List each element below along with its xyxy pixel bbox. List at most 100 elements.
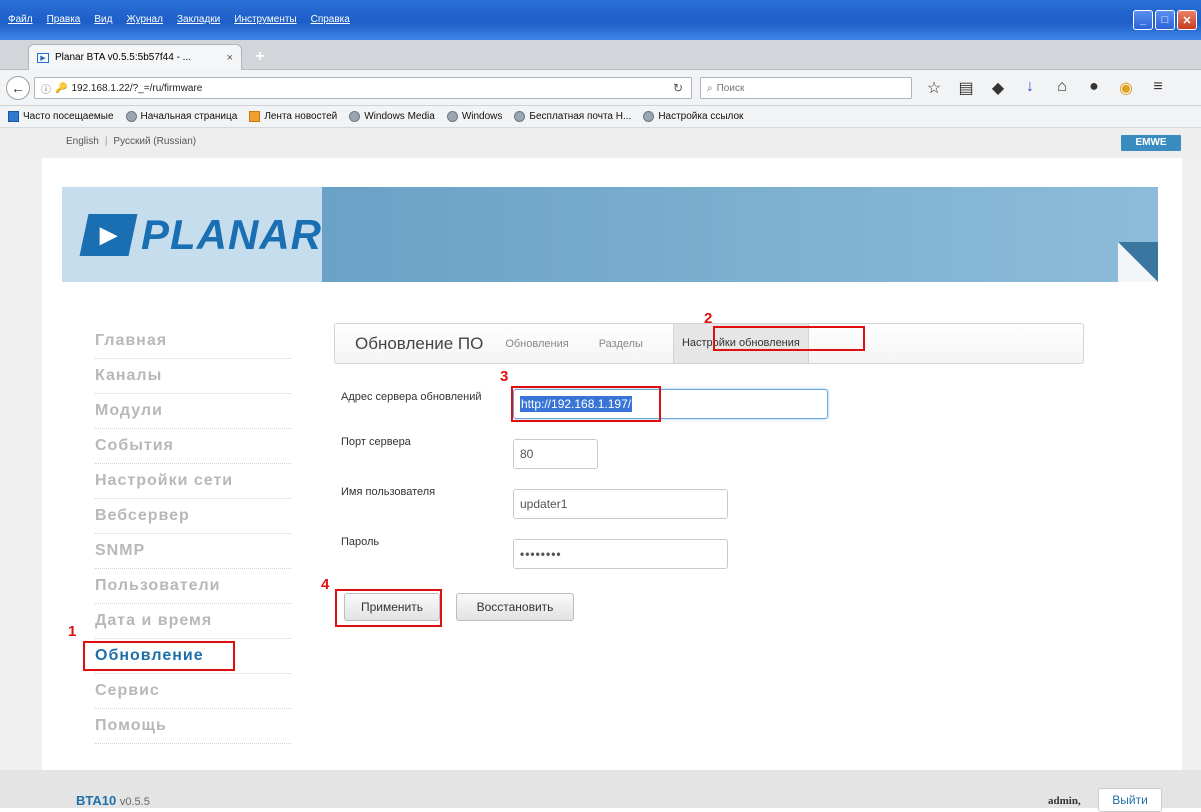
browser-tab[interactable]: ▶ Planar BTA v0.5.5:5b57f44 - ... × xyxy=(28,44,242,70)
menu-history[interactable]: Журнал xyxy=(126,14,163,30)
menu-edit[interactable]: Правка xyxy=(47,14,81,30)
lang-russian-link[interactable]: Русский (Russian) xyxy=(113,136,196,147)
tab-close-icon[interactable]: × xyxy=(227,52,233,64)
bookmark-label: Лента новостей xyxy=(264,111,338,122)
sidebar-item-channels[interactable]: Каналы xyxy=(95,359,291,394)
bookmarks-bar: Часто посещаемые Начальная страница Лент… xyxy=(0,106,1201,128)
page-footer: BTA10 v0.5.5 admin, Выйти xyxy=(0,770,1201,812)
tab-title: Planar BTA v0.5.5:5b57f44 - ... xyxy=(55,52,192,63)
header-banner xyxy=(322,187,1158,282)
current-user: admin, xyxy=(1048,795,1081,807)
tab-strip: ▶ Planar BTA v0.5.5:5b57f44 - ... × + xyxy=(0,40,1201,70)
menu-file[interactable]: Файл xyxy=(8,14,33,30)
bookmark-news-feed[interactable]: Лента новостей xyxy=(249,111,337,122)
maximize-icon[interactable]: □ xyxy=(1155,10,1175,30)
bookmark-label: Настройка ссылок xyxy=(658,111,744,122)
sidebar-nav: Главная Каналы Модули События Настройки … xyxy=(95,324,291,744)
annotation-number-2: 2 xyxy=(704,310,713,327)
url-bar[interactable]: ⓘ 🔑 192.168.1.22/?_=/ru/firmware ↻ xyxy=(34,77,692,99)
logo-text: PLANAR xyxy=(141,210,322,258)
menu-view[interactable]: Вид xyxy=(94,14,112,30)
bookmark-customize-links[interactable]: Настройка ссылок xyxy=(643,111,743,122)
star-icon[interactable]: ☆ xyxy=(925,78,943,98)
new-tab-icon[interactable]: + xyxy=(250,47,270,67)
server-port-label: Порт сервера xyxy=(341,436,411,448)
navigation-bar: ← ⓘ 🔑 192.168.1.22/?_=/ru/firmware ↻ ⌕ П… xyxy=(0,70,1201,106)
content-container: ▶ PLANAR Главная Каналы Модули События Н… xyxy=(42,158,1182,770)
tab-partitions[interactable]: Разделы xyxy=(599,338,643,350)
sidebar-item-main[interactable]: Главная xyxy=(95,324,291,359)
tab-updates[interactable]: Обновления xyxy=(505,338,568,350)
username-label: Имя пользователя xyxy=(341,486,436,498)
sidebar-item-service[interactable]: Сервис xyxy=(95,674,291,709)
info-icon[interactable]: ⓘ xyxy=(41,81,51,96)
sidebar-item-snmp[interactable]: SNMP xyxy=(95,534,291,569)
planar-logo: ▶ PLANAR xyxy=(62,187,322,282)
sidebar-item-modules[interactable]: Модули xyxy=(95,394,291,429)
menu-help[interactable]: Справка xyxy=(311,14,350,30)
window-titlebar: Файл Правка Вид Журнал Закладки Инструме… xyxy=(0,0,1201,40)
server-port-input[interactable]: 80 xyxy=(513,439,598,469)
panel-title: Обновление ПО xyxy=(355,333,484,353)
lang-separator: | xyxy=(104,136,108,147)
menu-bar: Файл Правка Вид Журнал Закладки Инструме… xyxy=(0,14,350,30)
addon-icon[interactable]: ● xyxy=(1085,78,1103,98)
menu-icon[interactable]: ≡ xyxy=(1149,78,1167,98)
sidebar-item-events[interactable]: События xyxy=(95,429,291,464)
password-input[interactable]: •••••••• xyxy=(513,539,728,569)
rss-icon xyxy=(249,111,261,122)
globe-icon xyxy=(514,111,526,122)
bookmark-label: Бесплатная почта H... xyxy=(529,111,632,122)
banner-fold-corner xyxy=(1118,242,1158,282)
logo-play-icon: ▶ xyxy=(79,213,138,256)
bookmark-start-page[interactable]: Начальная страница xyxy=(125,111,237,122)
annotation-box-4 xyxy=(335,589,442,627)
minimize-icon[interactable]: _ xyxy=(1133,10,1153,30)
download-icon[interactable]: ↓ xyxy=(1021,78,1039,98)
sidebar-item-network[interactable]: Настройки сети xyxy=(95,464,291,499)
reload-icon[interactable]: ↻ xyxy=(673,81,683,95)
search-icon: ⌕ xyxy=(707,82,713,94)
password-label: Пароль xyxy=(341,536,380,548)
url-text: 192.168.1.22/?_=/ru/firmware xyxy=(71,82,203,94)
version-info: BTA10 v0.5.5 xyxy=(76,793,150,808)
username-value: updater1 xyxy=(520,497,568,511)
globe-icon xyxy=(349,111,361,122)
menu-bookmarks[interactable]: Закладки xyxy=(177,14,220,30)
key-icon: 🔑 xyxy=(55,82,68,94)
lang-english-link[interactable]: English xyxy=(66,136,99,147)
bookmark-windows-media[interactable]: Windows Media xyxy=(349,111,435,122)
close-icon[interactable]: ✕ xyxy=(1177,10,1197,30)
version-number: v0.5.5 xyxy=(119,796,150,808)
server-port-value: 80 xyxy=(520,447,534,461)
bookmark-folder-icon xyxy=(8,111,19,122)
favicon-icon: ▶ xyxy=(37,52,49,63)
sidebar-item-users[interactable]: Пользователи xyxy=(95,569,291,604)
restore-button[interactable]: Восстановить xyxy=(456,593,574,621)
bookmark-free-mail[interactable]: Бесплатная почта H... xyxy=(514,111,631,122)
sidebar-item-datetime[interactable]: Дата и время xyxy=(95,604,291,639)
window-controls: _ □ ✕ xyxy=(1133,10,1197,30)
vendor-logo: EMWE xyxy=(1121,135,1181,151)
back-arrow-icon[interactable]: ← xyxy=(6,76,30,100)
bookmark-label: Windows xyxy=(461,111,503,122)
pocket-icon[interactable]: ◆ xyxy=(989,78,1007,98)
globe-icon xyxy=(446,111,458,122)
bookmark-windows[interactable]: Windows xyxy=(446,111,503,122)
logout-button[interactable]: Выйти xyxy=(1098,788,1162,812)
sidebar-item-webserver[interactable]: Вебсервер xyxy=(95,499,291,534)
reading-list-icon[interactable]: ▤ xyxy=(957,78,975,98)
menu-tools[interactable]: Инструменты xyxy=(234,14,296,30)
sidebar-item-help[interactable]: Помощь xyxy=(95,709,291,744)
model-name: BTA10 xyxy=(76,793,117,808)
server-port-row: Порт сервера 80 xyxy=(341,436,841,470)
bookmark-most-visited[interactable]: Часто посещаемые xyxy=(8,111,114,122)
annotation-box-3 xyxy=(511,386,661,422)
annotation-number-4: 4 xyxy=(321,576,330,593)
home-icon[interactable]: ⌂ xyxy=(1053,78,1071,98)
annotation-box-1 xyxy=(83,641,235,671)
search-box[interactable]: ⌕ Поиск xyxy=(700,77,912,99)
username-input[interactable]: updater1 xyxy=(513,489,728,519)
annotation-number-3: 3 xyxy=(500,368,509,385)
extension-icon[interactable]: ◉ xyxy=(1117,78,1135,98)
